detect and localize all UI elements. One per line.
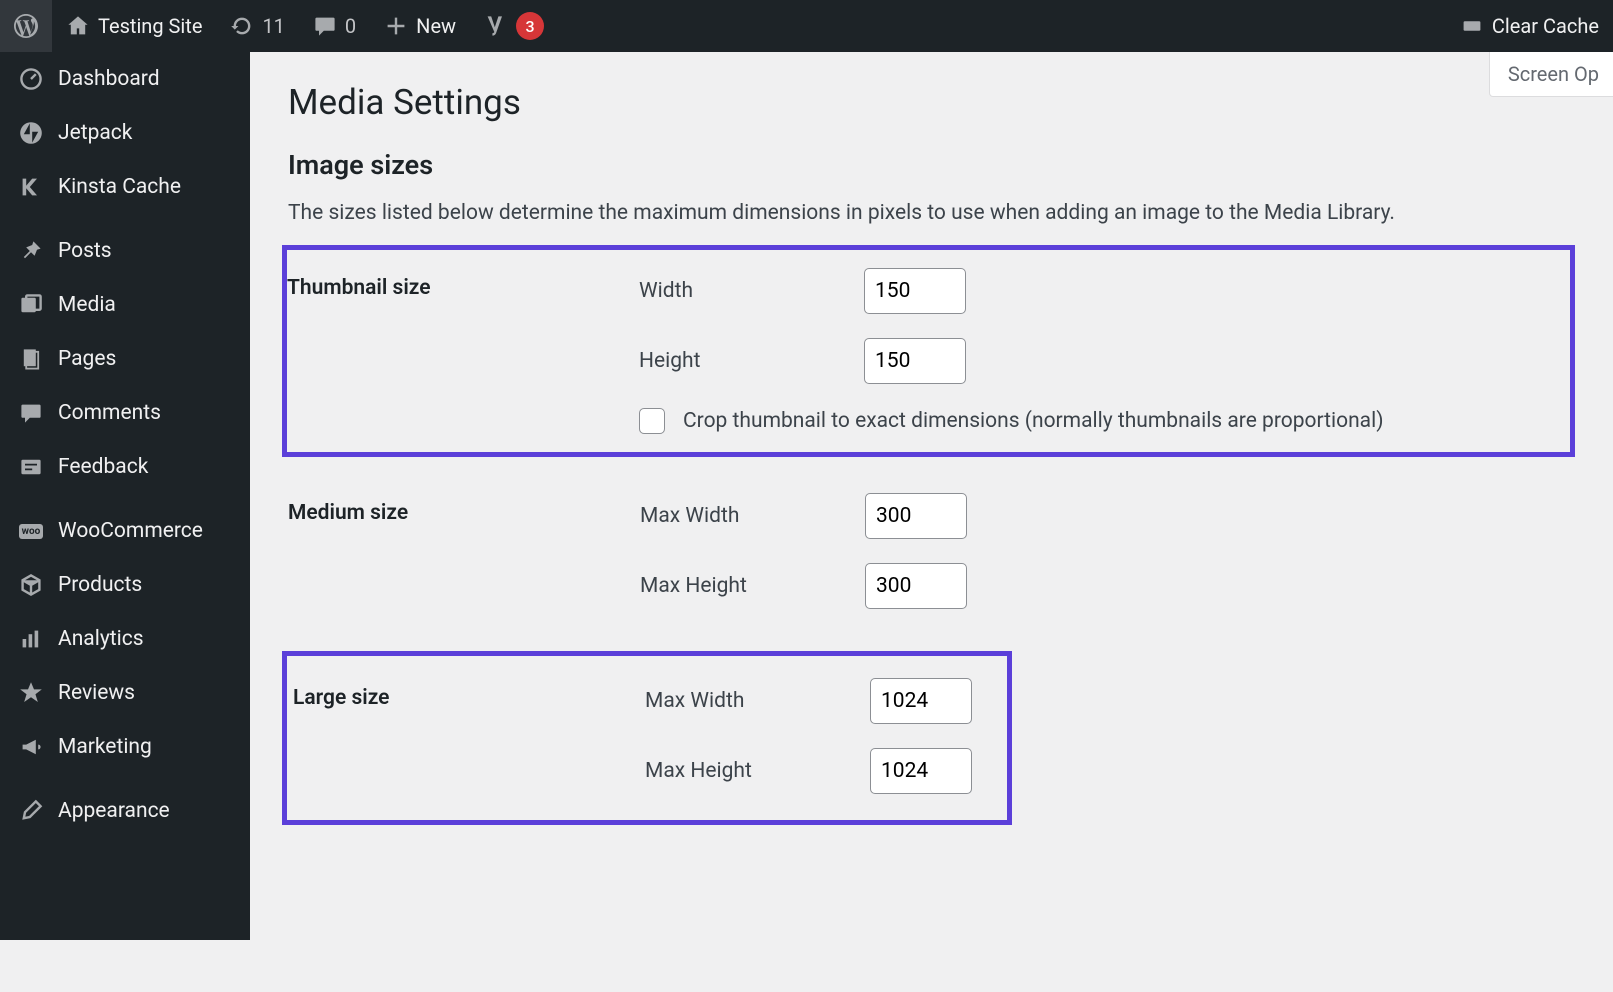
refresh-icon [230, 14, 254, 38]
sidebar-item-kinsta[interactable]: Kinsta Cache [0, 160, 250, 214]
clear-cache-label: Clear Cache [1492, 14, 1599, 38]
thumbnail-height-label: Height [639, 349, 864, 373]
cache-icon [1460, 14, 1484, 38]
products-icon [18, 572, 44, 598]
sidebar-item-label: Appearance [58, 799, 170, 823]
sidebar-item-label: Comments [58, 401, 161, 425]
thumbnail-crop-checkbox[interactable] [639, 408, 665, 434]
medium-maxheight-label: Max Height [640, 574, 865, 598]
comments-count: 0 [345, 14, 356, 38]
sidebar-item-label: Dashboard [58, 67, 160, 91]
new-content-link[interactable]: New [370, 0, 470, 52]
sidebar-item-label: Jetpack [58, 121, 132, 145]
updates-count: 11 [262, 14, 284, 38]
clear-cache-link[interactable]: Clear Cache [1446, 0, 1613, 52]
pin-icon [18, 238, 44, 264]
appearance-icon [18, 798, 44, 824]
sidebar-item-label: Marketing [58, 735, 152, 759]
sidebar-separator [0, 774, 250, 784]
admin-toolbar: Testing Site 11 0 New 3 Clear Cache [0, 0, 1613, 52]
site-name-link[interactable]: Testing Site [52, 0, 216, 52]
medium-heading: Medium size [288, 475, 628, 651]
medium-maxheight-input[interactable] [865, 563, 967, 609]
sidebar-item-comments[interactable]: Comments [0, 386, 250, 440]
section-description: The sizes listed below determine the max… [288, 201, 1575, 225]
updates-link[interactable]: 11 [216, 0, 298, 52]
admin-sidebar: Dashboard Jetpack Kinsta Cache Posts Med… [0, 52, 250, 940]
sidebar-item-jetpack[interactable]: Jetpack [0, 106, 250, 160]
star-icon [18, 680, 44, 706]
sidebar-item-label: Kinsta Cache [58, 175, 181, 199]
site-name: Testing Site [98, 14, 202, 38]
large-maxwidth-input[interactable] [870, 678, 972, 724]
wordpress-icon [14, 14, 38, 38]
jetpack-icon [18, 120, 44, 146]
dashboard-icon [18, 66, 44, 92]
woo-icon: woo [18, 518, 44, 544]
medium-maxwidth-label: Max Width [640, 504, 865, 528]
comments-icon [18, 400, 44, 426]
comments-link[interactable]: 0 [299, 0, 370, 52]
kinsta-icon [18, 174, 44, 200]
large-maxwidth-label: Max Width [645, 689, 870, 713]
large-highlight-box: Large size Max Width Max Height [282, 651, 1012, 825]
large-maxheight-label: Max Height [645, 759, 870, 783]
sidebar-item-dashboard[interactable]: Dashboard [0, 52, 250, 106]
sidebar-item-pages[interactable]: Pages [0, 332, 250, 386]
section-title: Image sizes [288, 149, 1575, 181]
analytics-icon [18, 626, 44, 652]
page-title: Media Settings [288, 82, 1575, 123]
comment-icon [313, 14, 337, 38]
thumbnail-height-input[interactable] [864, 338, 966, 384]
medium-maxwidth-input[interactable] [865, 493, 967, 539]
thumbnail-width-label: Width [639, 279, 864, 303]
yoast-link[interactable]: 3 [470, 0, 558, 52]
sidebar-item-label: Posts [58, 239, 112, 263]
feedback-icon [18, 454, 44, 480]
megaphone-icon [18, 734, 44, 760]
sidebar-item-marketing[interactable]: Marketing [0, 720, 250, 774]
sidebar-item-appearance[interactable]: Appearance [0, 784, 250, 838]
sidebar-item-label: Pages [58, 347, 116, 371]
wp-logo-link[interactable] [0, 0, 52, 52]
yoast-icon [484, 14, 508, 38]
large-heading: Large size [293, 660, 633, 816]
thumbnail-width-input[interactable] [864, 268, 966, 314]
thumbnail-heading: Thumbnail size [287, 250, 627, 452]
yoast-badge: 3 [516, 12, 544, 40]
sidebar-item-label: Products [58, 573, 142, 597]
sidebar-item-analytics[interactable]: Analytics [0, 612, 250, 666]
plus-icon [384, 14, 408, 38]
sidebar-separator [0, 214, 250, 224]
sidebar-item-feedback[interactable]: Feedback [0, 440, 250, 494]
new-label: New [416, 14, 456, 38]
sidebar-separator [0, 494, 250, 504]
sidebar-item-label: Reviews [58, 681, 135, 705]
sidebar-item-label: Analytics [58, 627, 144, 651]
thumbnail-highlight-box: Thumbnail size Width Height Crop thumbna… [282, 245, 1575, 457]
main-content: Screen Op Media Settings Image sizes The… [250, 52, 1613, 877]
home-icon [66, 14, 90, 38]
sidebar-item-products[interactable]: Products [0, 558, 250, 612]
sidebar-item-label: Media [58, 293, 116, 317]
sidebar-item-media[interactable]: Media [0, 278, 250, 332]
thumbnail-crop-label: Crop thumbnail to exact dimensions (norm… [683, 409, 1384, 433]
sidebar-item-posts[interactable]: Posts [0, 224, 250, 278]
sidebar-item-label: WooCommerce [58, 519, 203, 543]
sidebar-item-reviews[interactable]: Reviews [0, 666, 250, 720]
sidebar-item-woocommerce[interactable]: woo WooCommerce [0, 504, 250, 558]
screen-options-button[interactable]: Screen Op [1489, 52, 1613, 97]
sidebar-item-label: Feedback [58, 455, 148, 479]
pages-icon [18, 346, 44, 372]
media-icon [18, 292, 44, 318]
large-maxheight-input[interactable] [870, 748, 972, 794]
